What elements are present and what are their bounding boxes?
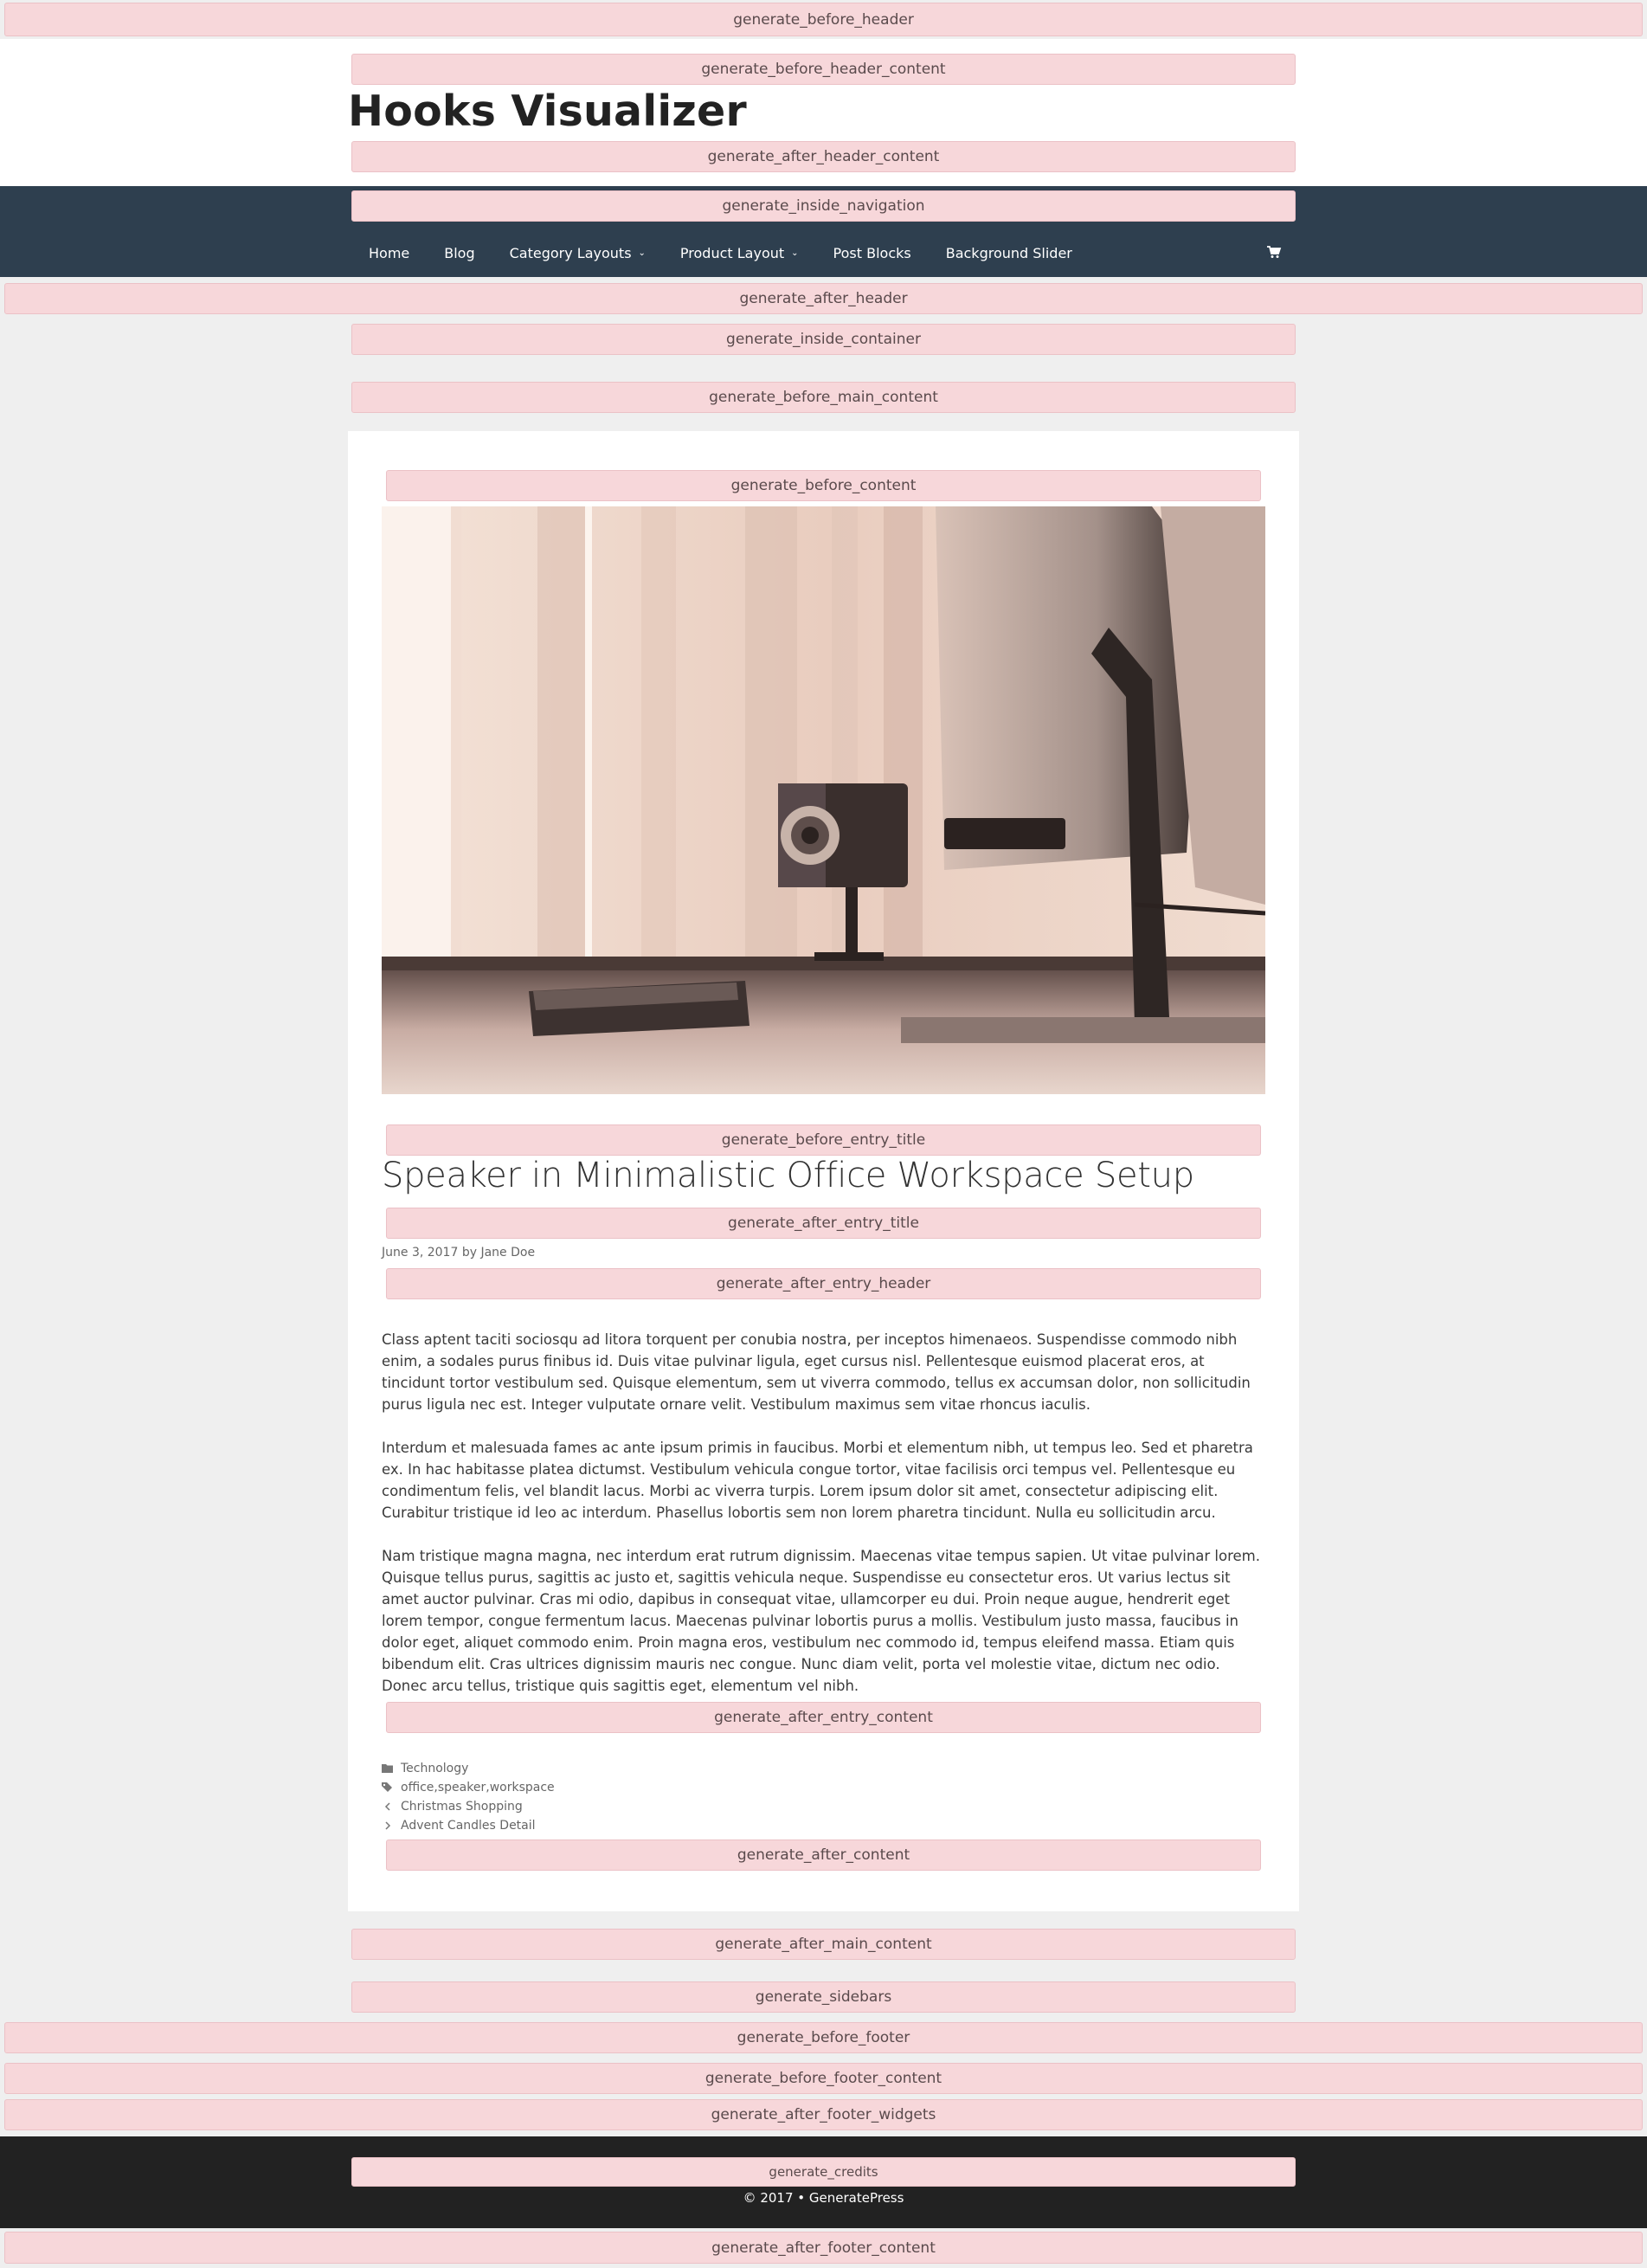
chevron-left-icon [384,1802,390,1811]
category-row: Technology [382,1759,555,1778]
entry-content: Class aptent taciti sociosqu ad litora t… [382,1329,1265,1718]
nav-item-product-layout[interactable]: Product Layout ⌄ [663,227,816,279]
hook-before-footer-content: generate_before_footer_content [4,2063,1643,2094]
hook-before-content: generate_before_content [386,470,1261,501]
nav-item-background-slider[interactable]: Background Slider [929,227,1090,279]
paragraph: Class aptent taciti sociosqu ad litora t… [382,1331,1251,1413]
folder-icon [382,1764,393,1773]
hook-after-header-content: generate_after_header_content [351,141,1296,172]
chevron-down-icon: ⌄ [791,248,799,258]
featured-image[interactable] [382,506,1265,1094]
hook-inside-navigation: generate_inside_navigation [351,190,1296,222]
entry-footer: Technology office, speaker, workspace Ch… [382,1759,555,1835]
post-date[interactable]: June 3, 2017 [382,1246,458,1260]
hook-after-footer-content: generate_after_footer_content [4,2232,1643,2264]
hook-before-header-content: generate_before_header_content [351,54,1296,85]
prev-post-row: Christmas Shopping [382,1797,555,1816]
hook-after-header: generate_after_header [4,283,1643,314]
nav-item-blog[interactable]: Blog [427,227,492,279]
hook-after-footer-widgets: generate_after_footer_widgets [4,2099,1643,2130]
nav-item-home[interactable]: Home [351,227,427,279]
shopping-cart-icon[interactable] [1266,244,1282,260]
nav-item-label: Product Layout [679,244,785,261]
nav-item-label: Category Layouts [509,244,632,261]
hook-credits: generate_credits [351,2157,1296,2187]
speaker-workspace-photo [382,506,1265,1094]
byline-label: by [461,1246,477,1260]
hook-before-header: generate_before_header [4,3,1643,36]
hook-before-footer: generate_before_footer [4,2022,1643,2053]
next-post-link[interactable]: Advent Candles Detail [401,1819,536,1833]
chevron-right-icon [385,1821,391,1830]
hook-inside-container: generate_inside_container [351,324,1296,355]
hook-after-main-content: generate_after_main_content [351,1929,1296,1960]
tag-link[interactable]: speaker [438,1781,486,1794]
nav-menu: Home Blog Category Layouts ⌄ Product Layo… [351,227,1296,279]
hook-after-entry-title: generate_after_entry_title [386,1208,1261,1239]
hook-after-content: generate_after_content [386,1840,1261,1871]
hook-sidebars: generate_sidebars [351,1981,1296,2013]
nav-item-label: Blog [444,244,475,261]
paragraph: Interdum et malesuada fames ac ante ipsu… [382,1440,1253,1521]
next-post-row: Advent Candles Detail [382,1816,555,1835]
prev-post-link[interactable]: Christmas Shopping [401,1800,523,1814]
hook-before-main-content: generate_before_main_content [351,382,1296,413]
copyright-text: © 2017 • GeneratePress [743,2190,904,2206]
hook-before-entry-title: generate_before_entry_title [386,1124,1261,1156]
tag-link[interactable]: office [401,1781,434,1794]
nav-item-category-layouts[interactable]: Category Layouts ⌄ [492,227,663,279]
paragraph: Nam tristique magna magna, nec interdum … [382,1548,1260,1694]
tag-link[interactable]: workspace [490,1781,555,1794]
entry-meta: June 3, 2017 by Jane Doe [382,1246,535,1260]
post-author[interactable]: Jane Doe [480,1246,535,1260]
tags-icon [382,1782,392,1792]
hook-after-entry-content: generate_after_entry_content [386,1702,1261,1733]
nav-item-label: Post Blocks [833,244,911,261]
entry-title: Speaker in Minimalistic Office Workspace… [382,1156,1194,1195]
nav-item-post-blocks[interactable]: Post Blocks [816,227,929,279]
site-title[interactable]: Hooks Visualizer [348,87,747,136]
category-link[interactable]: Technology [401,1762,468,1775]
chevron-down-icon: ⌄ [638,248,646,258]
nav-item-label: Home [369,244,410,261]
hook-after-entry-header: generate_after_entry_header [386,1268,1261,1299]
tags-row: office, speaker, workspace [382,1778,555,1797]
nav-item-label: Background Slider [945,244,1072,261]
